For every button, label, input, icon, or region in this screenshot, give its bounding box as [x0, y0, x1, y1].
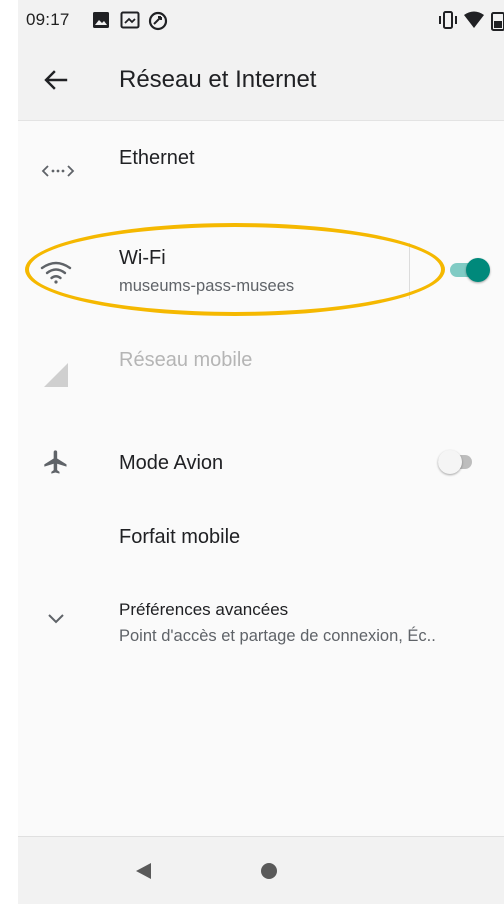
sync-icon: [148, 11, 168, 36]
screen: 09:17 Réseau et Internet Ethernet Wi-Fi …: [18, 0, 504, 904]
setting-title-airplane: Mode Avion: [119, 452, 224, 474]
setting-item-airplane[interactable]: Mode Avion: [18, 428, 504, 502]
setting-item-wifi[interactable]: Wi-Fi museums-pass-musees: [18, 225, 504, 317]
setting-item-data-plan[interactable]: Forfait mobile: [18, 505, 504, 573]
airplane-toggle[interactable]: [438, 450, 478, 474]
wifi-toggle[interactable]: [450, 258, 490, 282]
status-time: 09:17: [26, 10, 70, 29]
wifi-divider: [409, 243, 410, 299]
setting-title-advanced: Préférences avancées: [119, 600, 289, 619]
setting-item-mobile-network[interactable]: Réseau mobile: [18, 325, 504, 425]
setting-subtitle-advanced: Point d'accès et partage de connexion, É…: [119, 627, 436, 645]
setting-item-ethernet[interactable]: Ethernet: [18, 121, 504, 221]
back-button[interactable]: [38, 62, 74, 98]
nav-bar: [18, 836, 504, 904]
setting-title-mobile-network: Réseau mobile: [119, 349, 253, 371]
arrow-back-icon: [44, 70, 68, 90]
wifi-toggle-thumb: [466, 258, 490, 282]
vibrate-icon: [438, 11, 458, 34]
cast-icon: [120, 11, 140, 34]
setting-title-ethernet: Ethernet: [119, 147, 195, 169]
nav-home-button[interactable]: [260, 862, 278, 885]
page-title: Réseau et Internet: [119, 66, 317, 93]
wifi-status-icon: [464, 11, 484, 34]
setting-item-advanced[interactable]: Préférences avancées Point d'accès et pa…: [18, 578, 504, 668]
nav-back-button[interactable]: [133, 861, 153, 886]
airplane-icon: [42, 448, 70, 481]
setting-title-data-plan: Forfait mobile: [119, 526, 241, 548]
airplane-toggle-thumb: [438, 450, 462, 474]
app-bar: Réseau et Internet: [18, 40, 504, 121]
wifi-icon: [38, 261, 74, 290]
back-triangle-icon: [136, 863, 151, 879]
home-circle-icon: [261, 863, 277, 879]
setting-title-wifi: Wi-Fi: [119, 247, 166, 269]
status-bar: 09:17: [18, 0, 504, 40]
signal-icon: [42, 361, 70, 394]
setting-subtitle-wifi: museums-pass-musees: [119, 277, 295, 295]
ethernet-icon: [40, 161, 76, 186]
image-icon: [92, 11, 110, 34]
chevron-down-icon: [46, 612, 66, 631]
battery-icon: [490, 11, 504, 36]
